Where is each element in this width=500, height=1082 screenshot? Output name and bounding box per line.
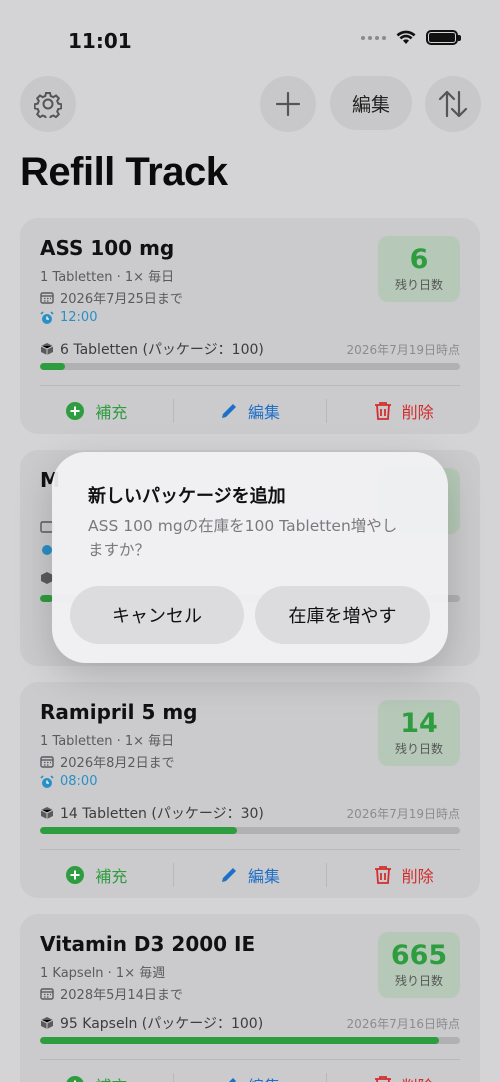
calendar-icon (40, 756, 54, 768)
refill-button[interactable]: 補充 (20, 863, 173, 887)
alarm-clock-icon (40, 310, 54, 324)
stock-date: 2026年7月19日時点 (346, 342, 460, 357)
medication-name: Vitamin D3 2000 IE (40, 932, 256, 956)
cancel-button[interactable]: キャンセル (70, 586, 244, 644)
stock-text: 14 Tabletten (パッケージ：30) (60, 806, 264, 822)
stock-progress-bar (40, 1037, 460, 1044)
days-remaining-badge: 6 残り日数 (378, 236, 460, 302)
sort-arrows-icon (438, 90, 468, 118)
medication-name: ASS 100 mg (40, 236, 175, 260)
medication-name: Ramipril 5 mg (40, 700, 198, 724)
stock-text: 6 Tabletten (パッケージ：100) (60, 342, 264, 358)
stock-row: 95 Kapseln (パッケージ：100) 2026年7月16日時点 (40, 1013, 460, 1033)
medication-card[interactable]: Vitamin D3 2000 IE 1 Kapseln · 1× 毎週 202… (20, 914, 480, 1082)
medication-card[interactable]: ASS 100 mg 1 Tabletten · 1× 毎日 2026年7月25… (20, 218, 480, 434)
alarm-time: 12:00 (60, 310, 98, 325)
wifi-icon (396, 30, 416, 44)
package-icon (40, 1017, 54, 1029)
pencil-icon (222, 868, 236, 882)
stock-row: 6 Tabletten (パッケージ：100) 2026年7月19日時点 (40, 339, 460, 359)
days-remaining-value: 665 (390, 939, 448, 971)
delete-button[interactable]: 削除 (327, 399, 480, 423)
days-remaining-badge: 665 残り日数 (378, 932, 460, 998)
alarm-clock-icon (40, 774, 54, 788)
stock-progress-bar (40, 363, 460, 370)
stock-row: 14 Tabletten (パッケージ：30) 2026年7月19日時点 (40, 803, 460, 823)
calendar-icon (40, 988, 54, 1000)
add-package-dialog: 新しいパッケージを追加 ASS 100 mgの在庫を100 Tabletten増… (52, 452, 448, 663)
sort-button[interactable] (425, 76, 481, 132)
days-remaining-label: 残り日数 (394, 278, 443, 293)
until-row: 2026年7月25日まで (40, 288, 183, 307)
dialog-title: 新しいパッケージを追加 (88, 486, 286, 507)
trash-icon (374, 866, 391, 884)
pencil-icon (229, 1078, 236, 1082)
days-remaining-value: 6 (409, 243, 429, 275)
package-icon (40, 807, 54, 819)
until-row: 2028年5月14日まで (40, 984, 183, 1003)
until-text: 2026年8月2日まで (60, 756, 175, 771)
cellular-signal-icon (361, 35, 386, 40)
add-button[interactable] (260, 76, 316, 132)
trash-icon (374, 402, 391, 420)
alarm-row: 08:00 (40, 774, 97, 789)
dosage-text: 1 Tabletten · 1× 毎日 (40, 270, 175, 285)
settings-button[interactable] (20, 76, 76, 132)
battery-icon (426, 30, 461, 45)
edit-medication-button[interactable]: 編集 (174, 399, 327, 423)
dialog-message: ASS 100 mgの在庫を100 Tabletten増やしますか？ (88, 517, 398, 559)
stock-date: 2026年7月16日時点 (346, 1016, 460, 1031)
plus-circle-icon (66, 1076, 84, 1082)
confirm-add-stock-button[interactable]: 在庫を増やす (255, 586, 430, 644)
refill-button[interactable]: 補充 (20, 399, 173, 423)
refill-button[interactable]: 補充 (20, 1073, 173, 1082)
calendar-icon (40, 292, 54, 304)
stock-date: 2026年7月19日時点 (346, 806, 460, 821)
dosage-text: 1 Kapseln · 1× 毎週 (40, 966, 166, 981)
stock-text: 95 Kapseln (パッケージ：100) (60, 1016, 264, 1032)
medication-card[interactable]: Ramipril 5 mg 1 Tabletten · 1× 毎日 2026年8… (20, 682, 480, 898)
edit-medication-button[interactable]: 編集 (174, 1073, 327, 1082)
until-row: 2026年8月2日まで (40, 752, 175, 771)
package-icon (40, 343, 54, 355)
alarm-row: 12:00 (40, 310, 97, 325)
until-text: 2026年7月25日まで (60, 292, 183, 307)
edit-medication-button[interactable]: 編集 (174, 863, 327, 887)
days-remaining-value: 14 (400, 707, 438, 739)
plus-circle-icon (66, 866, 85, 884)
trash-icon (374, 1076, 391, 1082)
page-title: Refill Track (20, 150, 228, 194)
status-icons (361, 30, 461, 45)
days-remaining-label: 残り日数 (394, 742, 443, 757)
pencil-icon (222, 404, 236, 418)
stock-progress-bar (40, 827, 460, 834)
status-time: 11:01 (68, 29, 132, 53)
until-text: 2028年5月14日まで (60, 988, 183, 1003)
delete-button[interactable]: 削除 (327, 863, 480, 887)
plus-icon (275, 91, 301, 117)
alarm-time: 08:00 (60, 774, 98, 789)
gear-icon (34, 92, 62, 118)
edit-button[interactable]: 編集 (330, 76, 412, 130)
days-remaining-badge: 14 残り日数 (378, 700, 460, 766)
delete-button[interactable]: 削除 (327, 1073, 480, 1082)
dosage-text: 1 Tabletten · 1× 毎日 (40, 734, 175, 749)
plus-circle-icon (66, 402, 85, 420)
days-remaining-label: 残り日数 (394, 974, 443, 989)
